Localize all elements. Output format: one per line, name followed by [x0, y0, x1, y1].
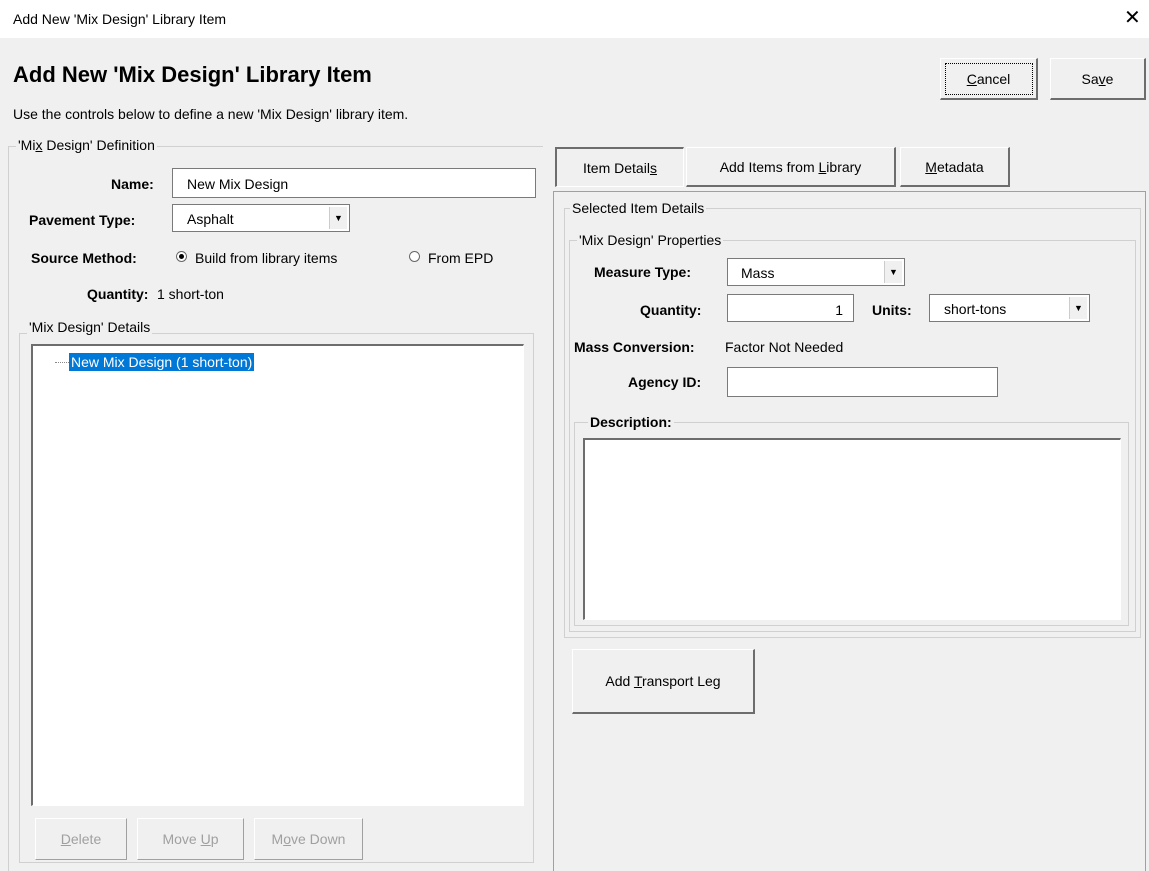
delete-label: Delete [60, 831, 102, 847]
move-up-button[interactable]: Move Up [137, 818, 244, 860]
cancel-button[interactable]: Cancel [940, 58, 1038, 100]
add-transport-leg-label: Add Transport Leg [605, 673, 721, 689]
agency-id-input[interactable] [727, 367, 998, 397]
radio-build-from-library[interactable] [176, 251, 187, 262]
move-down-button[interactable]: Move Down [254, 818, 363, 860]
tree-connector [55, 362, 69, 363]
tab-add-items-label: Add Items from Library [719, 158, 862, 175]
quantity-input[interactable]: 1 [727, 294, 854, 322]
move-down-label: Move Down [271, 831, 346, 847]
page-subtitle: Use the controls below to define a new '… [13, 106, 409, 122]
tree-item[interactable]: New Mix Design (1 short-ton) [69, 353, 255, 371]
save-label: Save [1081, 70, 1114, 87]
chevron-down-icon[interactable]: ▼ [884, 261, 902, 283]
pavement-type-select[interactable]: Asphalt ▼ [172, 204, 350, 232]
tab-item-details[interactable]: Item Details [555, 147, 684, 187]
description-label: Description: [588, 414, 674, 430]
close-icon[interactable]: ✕ [1124, 8, 1141, 28]
window-title: Add New 'Mix Design' Library Item [13, 11, 227, 27]
measure-type-label: Measure Type: [594, 264, 691, 280]
details-group-label: 'Mix Design' Details [27, 319, 153, 335]
tab-item-details-label: Item Details [583, 159, 657, 176]
move-up-label: Move Up [162, 831, 219, 847]
pavement-type-value: Asphalt [187, 211, 234, 227]
mass-conversion-label: Mass Conversion: [574, 339, 695, 355]
description-textarea[interactable] [583, 438, 1121, 620]
page-title: Add New 'Mix Design' Library Item [13, 62, 372, 87]
name-input[interactable]: New Mix Design [172, 168, 536, 198]
mass-conversion-value: Factor Not Needed [725, 339, 844, 355]
quantity-field-label: Quantity: [640, 302, 702, 318]
units-label: Units: [872, 302, 912, 318]
add-transport-leg-button[interactable]: Add Transport Leg [572, 649, 755, 714]
measure-type-select[interactable]: Mass ▼ [727, 258, 905, 286]
definition-group-label: 'Mix Design' Definition [16, 137, 157, 153]
quantity-label: Quantity: [87, 286, 149, 302]
selected-item-group-label: Selected Item Details [570, 200, 707, 216]
name-label: Name: [111, 176, 154, 192]
cancel-label: Cancel [966, 70, 1011, 87]
units-value: short-tons [944, 301, 1007, 317]
save-button[interactable]: Save [1050, 58, 1146, 100]
radio-build-from-library-label: Build from library items [195, 250, 338, 266]
agency-id-label: Agency ID: [628, 374, 702, 390]
quantity-value: 1 short-ton [157, 286, 224, 302]
units-select[interactable]: short-tons ▼ [929, 294, 1090, 322]
window-titlebar: Add New 'Mix Design' Library Item ✕ [0, 0, 1149, 38]
delete-button[interactable]: Delete [35, 818, 127, 860]
measure-type-value: Mass [741, 265, 775, 281]
radio-from-epd[interactable] [409, 251, 420, 262]
properties-group-label: 'Mix Design' Properties [577, 232, 724, 248]
tab-metadata[interactable]: Metadata [900, 147, 1010, 187]
mix-design-tree[interactable]: New Mix Design (1 short-ton) [31, 344, 524, 806]
radio-from-epd-label: From EPD [428, 250, 494, 266]
tab-add-items-from-library[interactable]: Add Items from Library [686, 147, 896, 187]
chevron-down-icon[interactable]: ▼ [1069, 297, 1087, 319]
chevron-down-icon[interactable]: ▼ [329, 207, 347, 229]
tab-metadata-label: Metadata [925, 158, 984, 175]
source-method-label: Source Method: [31, 250, 137, 266]
pavement-type-label: Pavement Type: [29, 212, 136, 228]
